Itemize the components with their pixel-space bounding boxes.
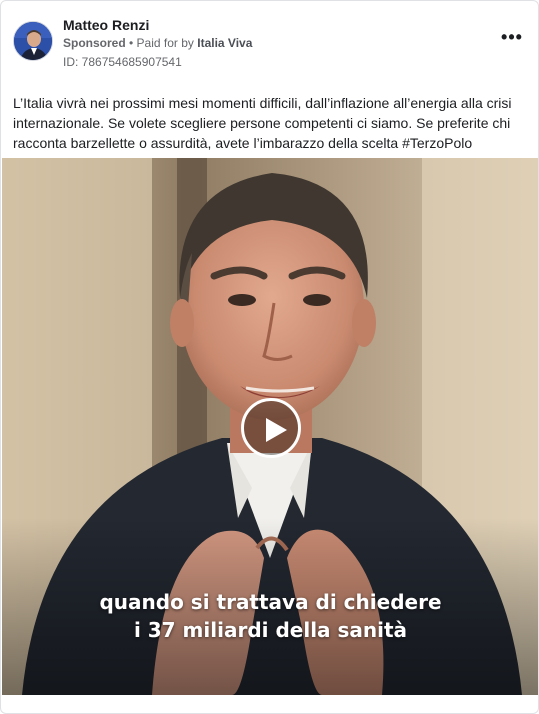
more-horizontal-icon[interactable]: •••: [498, 28, 526, 51]
sponsored-label: Sponsored: [63, 36, 126, 50]
caption-line-1: quando si trattava di chiedere: [99, 590, 442, 614]
avatar-image: [14, 22, 52, 60]
paid-for-prefix: Paid for by: [136, 36, 198, 50]
sponsored-line: Sponsored • Paid for by Italia Viva: [63, 36, 252, 50]
paid-for-by-link[interactable]: Italia Viva: [197, 36, 252, 50]
video-player[interactable]: quando si trattava di chiedere i 37 mili…: [2, 158, 538, 695]
play-button[interactable]: [241, 398, 301, 458]
ad-card: Matteo Renzi Sponsored • Paid for by Ita…: [0, 0, 539, 714]
meta-separator: •: [125, 36, 137, 50]
play-icon: [266, 418, 287, 442]
author-name[interactable]: Matteo Renzi: [63, 17, 149, 33]
post-header: Matteo Renzi Sponsored • Paid for by Ita…: [13, 13, 528, 73]
video-caption: quando si trattava di chiedere i 37 mili…: [2, 588, 538, 644]
caption-line-2: i 37 miliardi della sanità: [133, 618, 408, 642]
avatar[interactable]: [13, 21, 53, 61]
ad-id: ID: 786754685907541: [63, 55, 182, 69]
post-text: L’Italia vivrà nei prossimi mesi momenti…: [13, 95, 512, 151]
